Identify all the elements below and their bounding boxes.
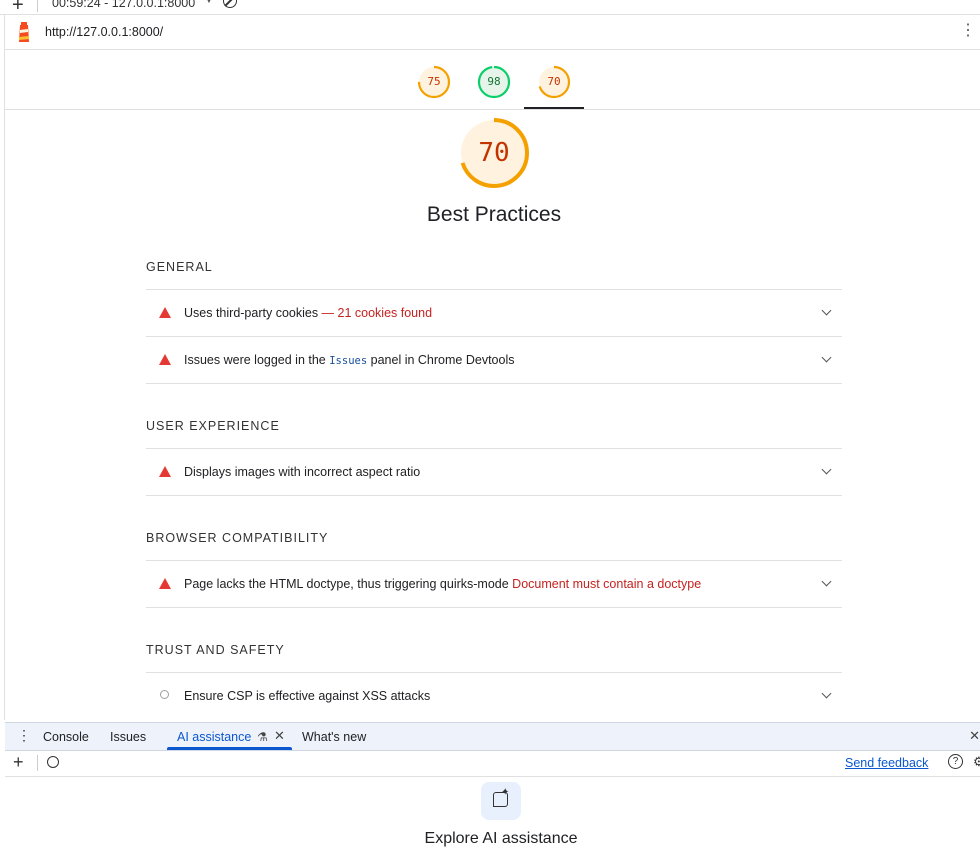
audit-third-party-cookies[interactable]: Uses third-party cookies — 21 cookies fo… — [146, 289, 842, 336]
audit-title: Issues were logged in the — [184, 353, 330, 367]
tab-console[interactable]: Console — [43, 730, 89, 744]
ai-title: Explore AI assistance — [424, 830, 578, 847]
tab-ai-assistance[interactable]: AI assistance — [177, 730, 251, 744]
flask-icon: ⚗ — [257, 730, 268, 744]
chevron-down-icon[interactable] — [821, 688, 832, 699]
section-title: USER EXPERIENCE — [146, 419, 280, 433]
new-chat-icon[interactable]: + — [13, 752, 24, 773]
close-drawer-icon[interactable]: ✕ — [969, 728, 980, 744]
tab-whats-new[interactable]: What's new — [302, 730, 366, 744]
gauge-score: 75 — [427, 75, 441, 88]
category-title: Best Practices — [426, 203, 562, 226]
chevron-down-icon[interactable] — [821, 352, 832, 363]
new-report-icon[interactable]: + — [12, 0, 24, 14]
manual-check-icon — [160, 690, 169, 699]
close-tab-icon[interactable]: ✕ — [274, 728, 285, 744]
divider — [37, 0, 38, 12]
audit-display-value: Document must contain a doctype — [508, 577, 702, 591]
lighthouse-logo-icon — [19, 22, 29, 42]
panel-border — [4, 15, 5, 720]
dropdown-caret-icon[interactable]: ▼ — [204, 0, 214, 6]
audit-title: Ensure CSP is effective against XSS atta… — [184, 689, 431, 703]
divider — [37, 755, 38, 771]
audit-title-suffix: panel in Chrome Devtools — [367, 353, 515, 367]
active-gauge-indicator — [524, 107, 584, 109]
gauge-performance[interactable]: 75 — [417, 65, 451, 99]
report-url-bar: http://127.0.0.1:8000/ ⋮ — [5, 15, 980, 50]
fail-icon — [159, 578, 171, 589]
audit-title: Uses third-party cookies — [184, 306, 319, 320]
fail-icon — [159, 466, 171, 477]
tab-issues[interactable]: Issues — [110, 730, 146, 744]
chevron-down-icon[interactable] — [821, 464, 832, 475]
more-options-icon[interactable]: ⋮ — [960, 21, 976, 41]
audit-title: Page lacks the HTML doctype, thus trigge… — [184, 577, 509, 591]
section-title: BROWSER COMPATIBILITY — [146, 531, 329, 545]
fail-icon — [159, 354, 171, 365]
fail-icon — [159, 307, 171, 318]
send-feedback-link[interactable]: Send feedback — [845, 756, 928, 770]
audit-code: Issues — [329, 355, 368, 367]
audit-title: Displays images with incorrect aspect ra… — [184, 465, 421, 479]
report-selector[interactable]: 00:59:24 - 127.0.0.1:8000 — [52, 0, 195, 10]
report-history-bar: + 00:59:24 - 127.0.0.1:8000 ▼ — [0, 0, 980, 15]
sparkle-icon: ✦ — [501, 787, 510, 798]
category-score: 70 — [478, 138, 510, 168]
more-tabs-icon[interactable]: ⋮ — [17, 727, 31, 744]
history-icon[interactable] — [47, 756, 59, 768]
ai-assistance-icon: ✦ — [481, 782, 521, 820]
chevron-down-icon[interactable] — [821, 576, 832, 587]
drawer-tab-bar: ⋮ Console Issues AI assistance ⚗ ✕ What'… — [5, 722, 980, 751]
audit-doctype[interactable]: Page lacks the HTML doctype, thus trigge… — [146, 560, 842, 608]
audit-csp-xss[interactable]: Ensure CSP is effective against XSS atta… — [146, 672, 842, 719]
section-title: GENERAL — [146, 260, 213, 274]
clear-icon[interactable] — [223, 0, 237, 8]
gauge-best-practices[interactable]: 70 — [537, 65, 571, 99]
score-gauges: 75 98 70 — [5, 50, 980, 110]
report-url[interactable]: http://127.0.0.1:8000/ — [45, 25, 163, 39]
audit-image-aspect-ratio[interactable]: Displays images with incorrect aspect ra… — [146, 448, 842, 496]
category-gauge: 70 — [457, 116, 531, 190]
gauge-score: 70 — [547, 75, 561, 88]
gear-icon[interactable]: ⚙ — [973, 754, 980, 770]
ai-toolbar: + Send feedback ? ⚙ — [5, 750, 980, 777]
gauge-accessibility[interactable]: 98 — [477, 65, 511, 99]
audit-inspector-issues[interactable]: Issues were logged in the Issues panel i… — [146, 336, 842, 384]
gauge-score: 98 — [487, 75, 501, 88]
help-icon[interactable]: ? — [948, 754, 963, 769]
section-title: TRUST AND SAFETY — [146, 643, 285, 657]
audit-display-value: — 21 cookies found — [318, 306, 433, 320]
chevron-down-icon[interactable] — [821, 305, 832, 316]
